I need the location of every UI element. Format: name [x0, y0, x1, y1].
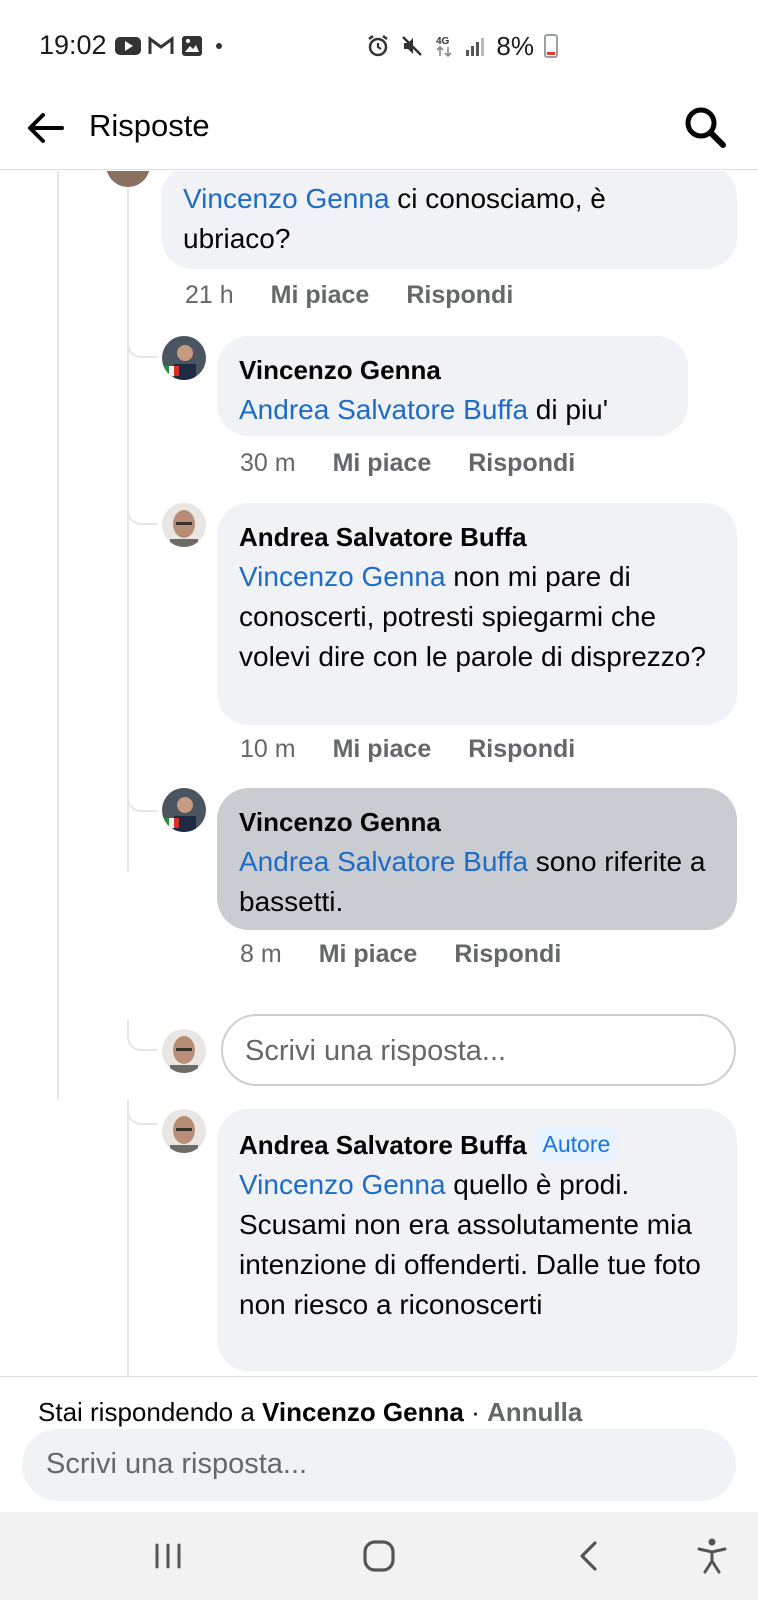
- comment-author[interactable]: Vincenzo Genna: [239, 806, 715, 838]
- reply-button[interactable]: Rispondi: [406, 281, 513, 310]
- mute-icon: [402, 36, 423, 56]
- cancel-reply-button[interactable]: Annulla: [487, 1397, 582, 1427]
- comment-bubble[interactable]: Vincenzo Genna ci conosciamo, è ubriaco?: [161, 171, 737, 269]
- avatar[interactable]: [162, 1109, 206, 1153]
- status-bar: 19:02 4G 8%: [0, 0, 758, 90]
- dot-icon: [216, 43, 222, 49]
- replying-to-name: Vincenzo Genna: [262, 1397, 464, 1427]
- avatar-andrea-image: [162, 1029, 206, 1073]
- comment-time: 30 m: [240, 449, 296, 477]
- avatar-andrea-image: [162, 1109, 206, 1153]
- avatar-vincenzo-image: [162, 336, 206, 380]
- comment-mention[interactable]: Andrea Salvatore Buffa: [239, 394, 528, 425]
- comment-actions: 30 m Mi piace Rispondi: [240, 449, 612, 478]
- signal-icon: [466, 38, 485, 56]
- thread-connector: [127, 501, 157, 525]
- battery-percent: 8%: [496, 30, 534, 61]
- alarm-icon: [368, 35, 389, 57]
- svg-text:4G: 4G: [436, 36, 450, 47]
- reply-input[interactable]: Scrivi una risposta...: [22, 1429, 736, 1501]
- 4g-icon: 4G: [436, 36, 452, 58]
- avatar[interactable]: [162, 503, 206, 547]
- back-arrow-icon[interactable]: [24, 106, 68, 150]
- replying-to-bar: Stai rispondendo a Vincenzo Genna · Annu…: [38, 1397, 582, 1428]
- inline-reply-input[interactable]: Scrivi una risposta...: [221, 1014, 736, 1086]
- like-button[interactable]: Mi piace: [271, 281, 370, 310]
- like-button[interactable]: Mi piace: [333, 735, 432, 764]
- page-title: Risposte: [89, 108, 210, 143]
- avatar: [162, 1029, 206, 1073]
- avatar[interactable]: [106, 171, 150, 187]
- back-nav-icon[interactable]: [568, 1534, 612, 1578]
- comment-actions: 8 m Mi piace Rispondi: [240, 940, 598, 969]
- thread-connector: [127, 1101, 157, 1125]
- comment-actions: 10 m Mi piace Rispondi: [240, 735, 612, 764]
- thread-line-inner: [127, 171, 129, 871]
- avatar[interactable]: [162, 336, 206, 380]
- comment-author[interactable]: Vincenzo Genna: [239, 354, 666, 386]
- reply-button[interactable]: Rispondi: [468, 449, 575, 478]
- comment-bubble-selected[interactable]: Vincenzo Genna Andrea Salvatore Buffa so…: [217, 788, 737, 930]
- like-button[interactable]: Mi piace: [333, 449, 432, 478]
- like-button[interactable]: Mi piace: [319, 940, 418, 969]
- comment-author-line: Andrea Salvatore Buffa Autore: [239, 1127, 715, 1161]
- replying-separator: ·: [463, 1397, 487, 1427]
- search-icon[interactable]: [682, 104, 728, 150]
- author-badge: Autore: [534, 1127, 619, 1161]
- comment-bubble[interactable]: Vincenzo Genna Andrea Salvatore Buffa di…: [217, 336, 688, 436]
- thread-connector: [127, 334, 157, 358]
- comment-time: 10 m: [240, 735, 296, 763]
- comment-bubble[interactable]: Andrea Salvatore Buffa Vincenzo Genna no…: [217, 503, 737, 725]
- gmail-icon: [148, 36, 174, 54]
- comment-time: 8 m: [240, 940, 282, 968]
- thread-connector: [127, 788, 157, 812]
- thread-line-outer: [57, 171, 59, 1099]
- avatar-vincenzo-image: [162, 788, 206, 832]
- home-icon[interactable]: [357, 1534, 401, 1578]
- avatar-andrea-image: [162, 503, 206, 547]
- gallery-icon: [182, 36, 202, 56]
- comment-bubble[interactable]: Andrea Salvatore Buffa Autore Vincenzo Ge…: [217, 1109, 737, 1371]
- status-left-icons: [115, 32, 228, 60]
- youtube-icon: [115, 37, 141, 55]
- comment-text: di piu': [528, 394, 609, 425]
- comment-mention[interactable]: Vincenzo Genna: [239, 1169, 446, 1200]
- thread-connector: [127, 1019, 157, 1051]
- battery-icon: [544, 34, 558, 58]
- comment-mention[interactable]: Andrea Salvatore Buffa: [239, 846, 528, 877]
- replies-thread[interactable]: Vincenzo Genna ci conosciamo, è ubriaco?…: [0, 171, 758, 1376]
- comment-mention[interactable]: Vincenzo Genna: [239, 561, 446, 592]
- recent-apps-icon[interactable]: [146, 1534, 190, 1578]
- accessibility-icon[interactable]: [690, 1534, 734, 1578]
- top-app-bar: Risposte: [0, 90, 758, 170]
- thread-line-next: [127, 1099, 129, 1376]
- status-time: 19:02: [39, 30, 107, 60]
- system-nav-bar: [0, 1512, 758, 1600]
- comment-time: 21 h: [185, 281, 234, 309]
- replying-prefix: Stai rispondendo a: [38, 1397, 263, 1427]
- comment-actions: 21 h Mi piace Rispondi: [185, 281, 550, 310]
- status-right-icons: 4G 8%: [366, 30, 558, 62]
- avatar[interactable]: [162, 788, 206, 832]
- comment-author[interactable]: Andrea Salvatore Buffa: [239, 1130, 527, 1160]
- comment-mention[interactable]: Vincenzo Genna: [183, 183, 390, 214]
- reply-button[interactable]: Rispondi: [454, 940, 561, 969]
- reply-button[interactable]: Rispondi: [468, 735, 575, 764]
- reply-composer: Stai rispondendo a Vincenzo Genna · Annu…: [0, 1376, 758, 1512]
- comment-author[interactable]: Andrea Salvatore Buffa: [239, 521, 715, 553]
